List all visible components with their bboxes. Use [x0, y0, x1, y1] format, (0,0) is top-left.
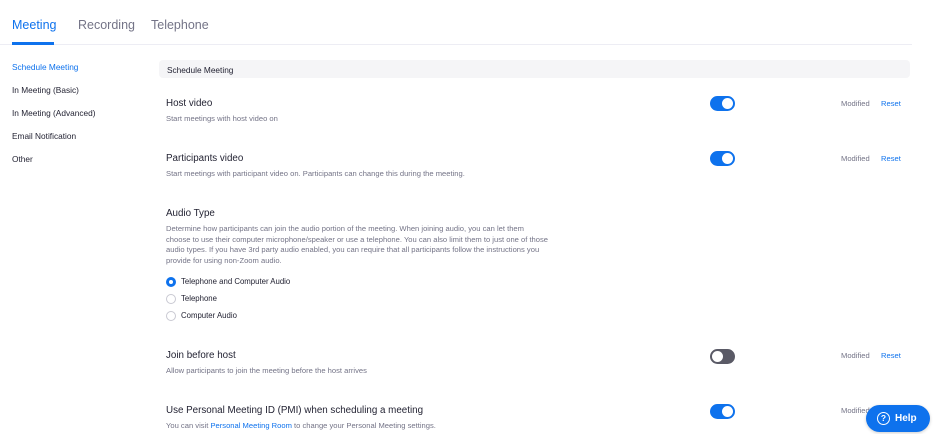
audio-type-title: Audio Type	[166, 208, 215, 219]
tab-meeting[interactable]: Meeting	[12, 18, 56, 32]
pmi-toggle[interactable]	[710, 404, 735, 419]
help-label: Help	[895, 413, 917, 424]
toggle-knob	[712, 351, 723, 362]
audio-type-description-line: audio types. If you have 3rd party audio…	[166, 245, 540, 254]
question-icon: ?	[877, 412, 890, 425]
audio-type-description: Determine how participants can join the …	[166, 224, 548, 266]
host-video-description: Start meetings with host video on	[166, 114, 278, 123]
sidebar-item-in-meeting-basic[interactable]: In Meeting (Basic)	[12, 85, 79, 95]
radio-button[interactable]	[166, 277, 176, 287]
active-tab-indicator	[12, 42, 54, 45]
tab-telephone[interactable]: Telephone	[151, 18, 209, 32]
host-video-reset-link[interactable]: Reset	[881, 99, 901, 108]
sidebar-item-email-notification[interactable]: Email Notification	[12, 131, 76, 141]
join-before-host-toggle[interactable]	[710, 349, 735, 364]
participants-video-modified-label: Modified	[841, 154, 870, 163]
sidebar-item-other[interactable]: Other	[12, 154, 33, 164]
join-before-host-title: Join before host	[166, 350, 236, 361]
sidebar-item-schedule-meeting[interactable]: Schedule Meeting	[12, 62, 78, 72]
radio-button[interactable]	[166, 294, 176, 304]
help-button[interactable]: ? Help	[866, 405, 930, 432]
participants-video-toggle[interactable]	[710, 151, 735, 166]
settings-tabs: Meeting Recording Telephone	[0, 0, 912, 45]
toggle-knob	[722, 98, 733, 109]
pmi-modified-label: Modified	[841, 406, 870, 415]
radio-label: Telephone	[181, 294, 217, 303]
participants-video-title: Participants video	[166, 153, 244, 164]
audio-type-description-line: Determine how participants can join the …	[166, 224, 524, 233]
participants-video-description: Start meetings with participant video on…	[166, 169, 465, 178]
sidebar-item-in-meeting-advanced[interactable]: In Meeting (Advanced)	[12, 108, 95, 118]
join-before-host-modified-label: Modified	[841, 351, 870, 360]
toggle-knob	[722, 406, 733, 417]
audio-type-description-line: choose to use their computer microphone/…	[166, 234, 549, 244]
pmi-description: You can visit Personal Meeting Room to c…	[166, 421, 436, 432]
toggle-knob	[722, 153, 733, 164]
host-video-modified-label: Modified	[841, 99, 870, 108]
radio-button[interactable]	[166, 311, 176, 321]
join-before-host-reset-link[interactable]: Reset	[881, 351, 901, 360]
pmi-title: Use Personal Meeting ID (PMI) when sched…	[166, 405, 424, 416]
participants-video-reset-link[interactable]: Reset	[881, 154, 901, 163]
join-before-host-description: Allow participants to join the meeting b…	[166, 366, 367, 375]
host-video-title: Host video	[166, 98, 213, 109]
personal-meeting-room-link[interactable]: Personal Meeting Room	[210, 421, 291, 430]
pmi-description-prefix: You can visit	[166, 421, 211, 430]
tab-recording[interactable]: Recording	[78, 18, 135, 32]
radio-label: Computer Audio	[181, 311, 237, 320]
pmi-description-suffix: to change your Personal Meeting settings…	[291, 421, 436, 430]
radio-label: Telephone and Computer Audio	[181, 277, 291, 286]
section-header: Schedule Meeting	[159, 60, 910, 78]
audio-type-description-line: provide for using non-Zoom audio.	[166, 255, 282, 265]
host-video-toggle[interactable]	[710, 96, 735, 111]
section-title: Schedule Meeting	[167, 65, 234, 75]
